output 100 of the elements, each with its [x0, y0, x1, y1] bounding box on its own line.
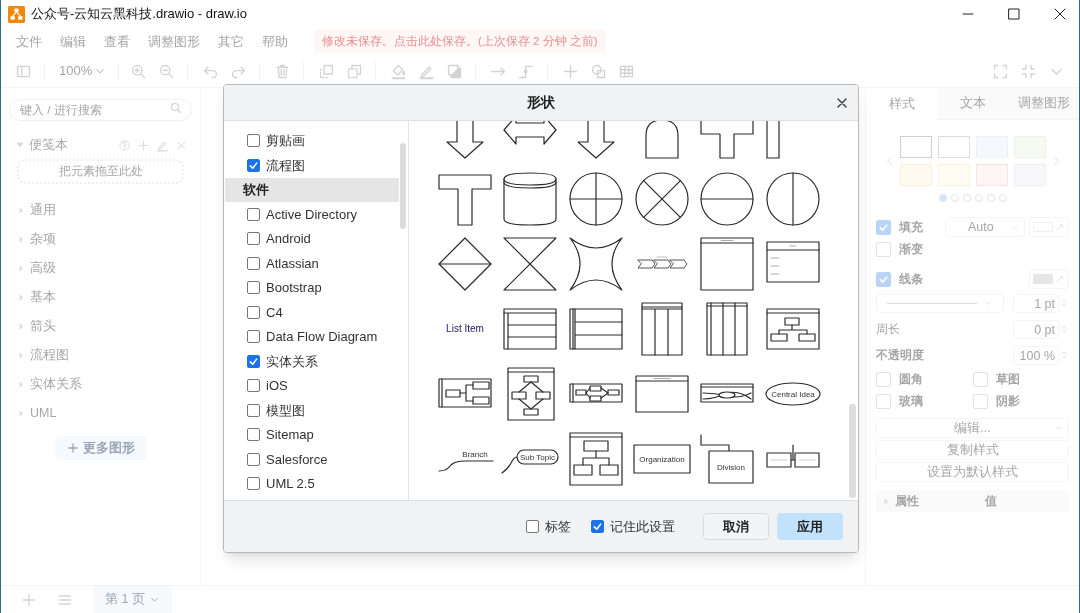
caret-right-icon[interactable] — [17, 264, 26, 273]
fill-color-icon[interactable] — [390, 62, 408, 80]
checkbox[interactable] — [247, 232, 260, 246]
checkbox-label[interactable]: 记住此设置 — [610, 516, 675, 537]
fullscreen-icon[interactable] — [992, 62, 1009, 80]
section-title[interactable]: 便笺本 — [29, 135, 68, 155]
stepper-icon[interactable] — [1059, 298, 1069, 308]
checkbox[interactable] — [247, 379, 260, 393]
section-title[interactable]: 实体关系 — [30, 375, 82, 394]
hourglass-shape[interactable] — [502, 236, 559, 292]
library-label[interactable]: 实体关系 — [266, 351, 318, 371]
add-icon[interactable] — [137, 138, 150, 152]
checkbox[interactable] — [247, 256, 260, 270]
container-shape[interactable] — [699, 236, 756, 292]
library-label[interactable]: 模型图 — [266, 400, 305, 420]
section-title[interactable]: 杂项 — [30, 230, 56, 249]
checkbox[interactable] — [247, 403, 260, 417]
library-label[interactable]: Active Directory — [266, 204, 358, 224]
menu-item[interactable]: 文件 — [16, 31, 42, 52]
checkbox[interactable] — [591, 520, 604, 533]
help-icon[interactable] — [118, 138, 131, 152]
caret-right-icon[interactable] — [17, 351, 26, 360]
checkbox[interactable] — [247, 207, 260, 221]
section-title[interactable]: UML — [30, 404, 57, 423]
checkbox[interactable] — [247, 158, 260, 172]
to-front-icon[interactable] — [318, 62, 336, 80]
checkbox[interactable] — [247, 428, 260, 442]
caret-right-icon[interactable] — [17, 206, 26, 215]
checkbox[interactable] — [247, 452, 260, 466]
checkbox[interactable] — [247, 281, 260, 295]
color-picker-button[interactable] — [1029, 217, 1069, 237]
t-shape[interactable] — [436, 171, 493, 227]
library-label[interactable]: Sitemap — [266, 425, 314, 445]
style-swatch[interactable] — [937, 136, 970, 158]
edit-dropdown[interactable]: 编辑... — [876, 418, 1069, 438]
section-title[interactable]: 基本 — [30, 288, 56, 307]
search-icon[interactable] — [169, 101, 183, 115]
maximize-icon[interactable] — [1007, 7, 1021, 21]
library-label[interactable]: 剪贴画 — [266, 131, 305, 151]
caret-right-icon[interactable] — [17, 235, 26, 244]
library-label[interactable]: 流程图 — [266, 155, 305, 175]
checkbox[interactable] — [247, 477, 260, 491]
zoom-dropdown[interactable]: 100% — [59, 61, 107, 81]
library-label[interactable]: iOS — [266, 376, 288, 396]
cylinder-shape[interactable] — [502, 171, 559, 227]
shapes-icon[interactable] — [590, 62, 608, 80]
checkbox[interactable] — [526, 520, 539, 533]
format-tab[interactable]: 文本 — [937, 88, 1008, 120]
add-page-icon[interactable] — [21, 591, 37, 608]
menu-item[interactable]: 编辑 — [60, 31, 86, 52]
style-swatch[interactable] — [975, 164, 1008, 186]
checkbox[interactable] — [247, 354, 260, 368]
zoom-in-icon[interactable] — [130, 62, 148, 80]
section-title[interactable]: 流程图 — [30, 346, 69, 365]
style-swatch[interactable] — [899, 136, 932, 158]
section-title[interactable]: 箭头 — [30, 317, 56, 336]
checkbox[interactable] — [247, 305, 260, 319]
fill-style-dropdown[interactable]: Auto — [945, 217, 1025, 237]
caret-right-icon[interactable] — [17, 380, 26, 389]
library-label[interactable]: Atlassian — [266, 253, 319, 273]
caret-right-icon[interactable] — [882, 496, 891, 506]
menu-item[interactable]: 查看 — [104, 31, 130, 52]
category-header[interactable]: 软件 — [225, 177, 399, 202]
format-tab[interactable]: 调整图形 — [1008, 88, 1079, 120]
crossed-circle-shape[interactable] — [633, 171, 690, 227]
insert-icon[interactable] — [562, 62, 580, 80]
scrollbar-thumb[interactable] — [400, 143, 406, 229]
caret-down-icon[interactable] — [15, 140, 25, 150]
more-shapes-button[interactable]: 更多图形 — [54, 436, 147, 460]
scrollbar-thumb[interactable] — [849, 404, 856, 498]
menu-item[interactable]: 调整图形 — [148, 31, 200, 52]
menu-item[interactable]: 其它 — [218, 31, 244, 52]
org-chart-container-shape[interactable] — [568, 431, 624, 487]
line-width-field[interactable]: 1 pt — [1013, 293, 1059, 313]
menu-item[interactable]: 帮助 — [262, 31, 288, 52]
split-diamond-shape[interactable] — [436, 236, 493, 292]
stepper-icon[interactable] — [1059, 324, 1069, 334]
library-label[interactable]: Salesforce — [266, 449, 328, 469]
close-icon[interactable] — [1053, 7, 1067, 21]
quartered-circle-shape[interactable] — [568, 171, 624, 227]
opacity-field[interactable]: 100 % — [1013, 345, 1059, 365]
library-label[interactable]: Bootstrap — [266, 278, 322, 298]
library-label[interactable]: Data Flow Diagram — [266, 327, 378, 347]
library-label[interactable]: C4 — [266, 302, 283, 322]
zoom-out-icon[interactable] — [158, 62, 176, 80]
caret-right-icon[interactable] — [17, 293, 26, 302]
line-style-dropdown[interactable] — [876, 293, 1004, 313]
perimeter-field[interactable]: 0 pt — [1013, 319, 1059, 339]
library-label[interactable]: UML 2.5 — [266, 474, 315, 494]
caret-right-icon[interactable] — [17, 322, 26, 331]
checkbox[interactable] — [247, 330, 260, 344]
checkbox-label[interactable]: 标签 — [545, 516, 571, 537]
collapse-icon[interactable] — [1020, 62, 1037, 80]
stepper-icon[interactable] — [1059, 350, 1069, 360]
save-notice-link[interactable]: 修改未保存。点击此处保存。(上次保存 2 分钟 之前) — [314, 29, 606, 54]
color-picker-button[interactable] — [1029, 269, 1069, 289]
caret-right-icon[interactable] — [17, 409, 26, 418]
four-point-star-shape[interactable] — [568, 236, 624, 292]
split-circle-shape[interactable] — [764, 171, 821, 227]
library-label[interactable]: Android — [266, 229, 311, 249]
